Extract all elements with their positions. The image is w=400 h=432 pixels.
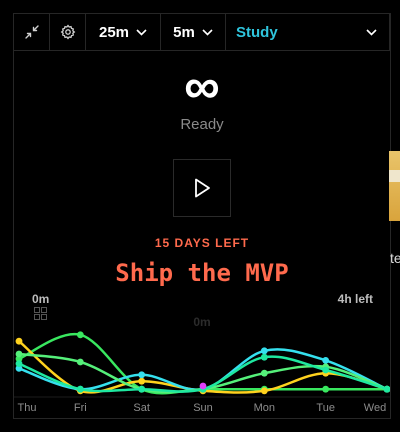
x-tick-label: Tue — [316, 402, 335, 414]
data-point-4-4[interactable] — [260, 353, 268, 361]
data-point-1-4[interactable] — [260, 387, 268, 395]
side-panel-preview[interactable] — [389, 151, 400, 221]
data-point-3-0[interactable] — [15, 350, 23, 358]
side-panel-strip — [389, 170, 400, 182]
x-tick-label: Wed — [364, 402, 386, 414]
data-point-3-1[interactable] — [76, 358, 84, 366]
x-tick-label: Fri — [74, 402, 87, 414]
x-tick-label: Mon — [254, 402, 275, 414]
data-point-4-2[interactable] — [138, 385, 146, 393]
data-point-2-2[interactable] — [138, 371, 146, 379]
data-point-1-2[interactable] — [138, 377, 146, 385]
x-tick-label: Thu — [18, 402, 37, 414]
x-tick-label: Sat — [133, 402, 150, 414]
data-point-0-1[interactable] — [76, 331, 84, 339]
data-point-2-5[interactable] — [322, 357, 330, 364]
data-point-1-0[interactable] — [15, 337, 23, 345]
data-point-2-4[interactable] — [260, 347, 268, 355]
data-point-4-5[interactable] — [322, 366, 330, 374]
data-point-4-0[interactable] — [15, 360, 23, 367]
data-point-5-3[interactable] — [199, 382, 207, 390]
side-panel-text: te — [390, 250, 400, 266]
timer-widget: 25m 5m Study ∞ Ready 15 DAYS LEFT Ship t… — [13, 13, 391, 419]
weekly-chart: Thu Fri Sat Sun Mon Tue Wed — [14, 331, 390, 414]
x-tick-label: Sun — [193, 402, 213, 414]
data-point-4-1[interactable] — [76, 385, 84, 393]
data-point-0-5[interactable] — [322, 385, 330, 393]
data-point-3-4[interactable] — [260, 369, 268, 377]
